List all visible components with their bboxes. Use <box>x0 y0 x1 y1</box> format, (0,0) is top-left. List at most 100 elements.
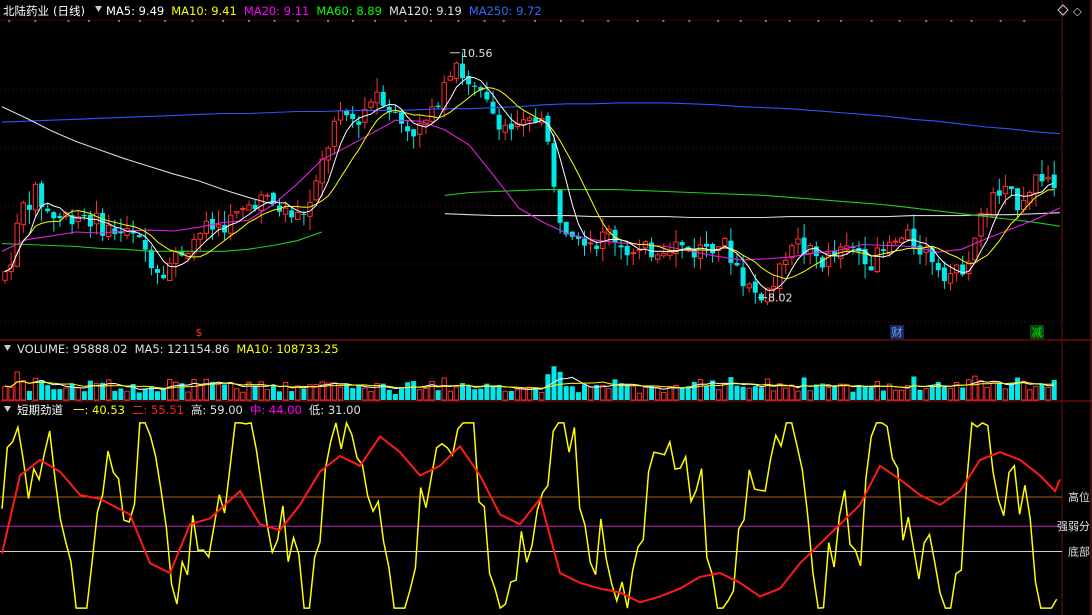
volume-bar-up <box>374 383 380 401</box>
indicator-label: 一: 40.53 <box>73 403 125 417</box>
candle-body-down <box>496 114 502 130</box>
volume-bar-up <box>642 386 649 401</box>
volume-bar-down <box>57 389 63 400</box>
candle-body-up <box>374 91 380 104</box>
candle-body-down <box>996 190 1002 196</box>
volume-bar-up <box>215 384 222 401</box>
candle-body-up <box>258 194 264 212</box>
volume-bar-down <box>612 379 618 400</box>
volume-bar-up <box>966 379 972 401</box>
volume-bar-up <box>606 388 612 401</box>
indicator-label: MA20: 9.11 <box>244 4 310 18</box>
signal-dot <box>191 20 194 22</box>
candle-body-down <box>551 143 557 187</box>
indicator-label: 二: 55.51 <box>132 403 184 417</box>
candle-body-up <box>331 120 338 147</box>
volume-bar-up <box>502 390 508 401</box>
indicator-label: MA120: 9.19 <box>389 4 462 18</box>
volume-bar-up <box>838 383 844 401</box>
volume-bar-up <box>203 378 210 401</box>
volume-bar-down <box>478 388 484 400</box>
volume-indicator-legend: VOLUME: 95888.02 MA5: 121154.86 MA10: 1087… <box>17 342 339 356</box>
volume-bar-up <box>825 387 832 401</box>
volume-bar-up <box>892 389 899 401</box>
signal-dot <box>607 20 610 22</box>
candle-body-down <box>618 245 624 248</box>
volume-bar-down <box>277 391 282 400</box>
signal-dot <box>636 20 639 22</box>
candle-body-up <box>520 119 527 125</box>
candle-body-up <box>337 110 344 121</box>
volume-bar-up <box>722 382 728 401</box>
candle-body-up <box>947 273 954 284</box>
volume-bar-up <box>453 386 460 401</box>
signal-dot <box>764 20 767 22</box>
candle-body-down <box>460 63 465 79</box>
volume-bar-down <box>704 385 709 400</box>
candle-body-up <box>502 124 508 133</box>
candle-body-up <box>722 238 728 247</box>
volume-bar-up <box>246 381 252 401</box>
candle-body-down <box>911 228 917 248</box>
candle-body-down <box>405 126 411 132</box>
volume-panel-header: VOLUME: 95888.02 MA5: 121154.86 MA10: 1087… <box>4 342 339 356</box>
volume-bar-down <box>411 381 417 400</box>
volume-bar-down <box>490 385 496 400</box>
volume-bar-down <box>880 390 886 400</box>
candle-body-up <box>319 158 325 184</box>
candle-body-down <box>868 266 874 271</box>
candle-body-up <box>1033 174 1039 194</box>
volume-bar-up <box>423 388 429 401</box>
indicator-label: MA250: 9.72 <box>469 4 542 18</box>
signal-dot <box>970 20 973 22</box>
volume-bar-down <box>392 393 398 400</box>
volume-bar-up <box>447 390 454 401</box>
indicator-label: MA10: 9.41 <box>171 4 237 18</box>
signal-dot <box>248 20 251 22</box>
signal-dot <box>87 20 90 22</box>
signal-dot <box>483 20 486 22</box>
candle-body-down <box>880 249 886 252</box>
indicator-label: VOLUME: 95888.02 <box>17 342 128 356</box>
candle-body-down <box>161 274 167 279</box>
signal-dot <box>840 20 843 22</box>
signal-dot <box>688 20 691 22</box>
volume-bar-up <box>1027 389 1033 401</box>
candle-body-up <box>770 285 777 290</box>
volume-bar-down <box>850 391 856 400</box>
volume-bar-down <box>112 390 118 400</box>
volume-bar-down <box>728 377 734 400</box>
candle-body-down <box>87 214 93 227</box>
volume-bar-up <box>8 386 14 401</box>
candle-body-up <box>197 233 203 240</box>
candle-body-down <box>710 243 716 254</box>
volume-bar-down <box>508 390 514 400</box>
signal-dot <box>327 20 330 22</box>
candle-body-down <box>929 247 935 263</box>
signal-dot <box>118 20 121 22</box>
candle-body-up <box>313 180 319 201</box>
volume-bar-down <box>557 371 563 400</box>
candle-body-up <box>892 240 899 243</box>
candle-body-up <box>899 237 905 244</box>
candle-body-down <box>350 113 356 120</box>
volume-bar-down <box>26 390 32 400</box>
candle-body-down <box>508 123 514 130</box>
candle-body-up <box>106 224 112 237</box>
chart-period: (日线) <box>53 4 85 18</box>
signal-dot <box>164 20 167 22</box>
candle-body-up <box>697 244 704 259</box>
candle-body-up <box>587 242 594 245</box>
panel-settings-icon[interactable]: ◇ <box>1073 4 1082 18</box>
volume-bar-down <box>466 386 472 400</box>
stock-name: 北陆药业 <box>3 4 49 18</box>
volume-bar-down <box>118 388 124 400</box>
volume-bar-down <box>435 390 441 400</box>
candle-body-up <box>325 147 332 161</box>
volume-bar-up <box>923 388 929 401</box>
volume-bar-up <box>697 379 704 401</box>
volume-bar-down <box>575 392 581 400</box>
candle-body-down <box>399 112 404 124</box>
volume-bar-up <box>984 386 990 401</box>
candle-body-up <box>215 224 222 228</box>
